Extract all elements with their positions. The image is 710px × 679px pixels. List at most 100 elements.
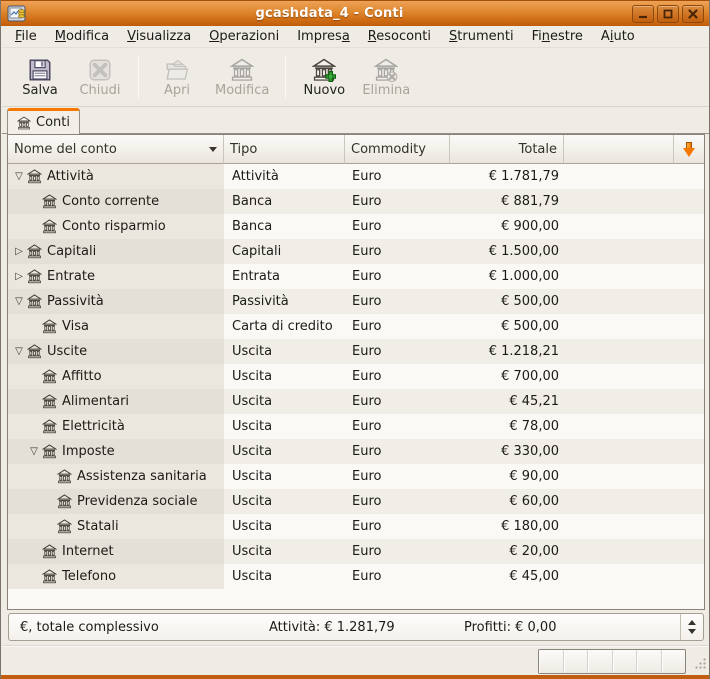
expander-closed-icon[interactable]: ▷ [12, 270, 26, 284]
account-name-cell: Assistenza sanitaria [8, 464, 224, 489]
titlebar[interactable]: gcashdata_4 - Conti [1, 0, 709, 26]
minimize-button[interactable] [632, 5, 654, 23]
column-header-totale[interactable]: Totale [450, 135, 564, 164]
account-type-cell: Banca [224, 214, 345, 239]
maximize-button[interactable] [657, 5, 679, 23]
table-row[interactable]: Conto correnteBancaEuro€ 881,79 [8, 189, 704, 214]
table-row[interactable]: ▽PassivitàPassivitàEuro€ 500,00 [8, 289, 704, 314]
resize-grip[interactable] [692, 656, 707, 671]
column-options-button[interactable] [674, 135, 704, 164]
table-row[interactable]: InternetUscitaEuro€ 20,00 [8, 539, 704, 564]
account-commodity-cell: Euro [345, 439, 450, 464]
account-name-cell: Internet [8, 539, 224, 564]
expander-open-icon[interactable]: ▽ [27, 445, 41, 459]
account-commodity-cell: Euro [345, 289, 450, 314]
progress-segment [588, 650, 613, 673]
account-commodity-cell: Euro [345, 564, 450, 589]
table-row[interactable]: VisaCarta di creditoEuro€ 500,00 [8, 314, 704, 339]
filler-cell [564, 289, 704, 314]
table-row[interactable]: ▷CapitaliCapitaliEuro€ 1.500,00 [8, 239, 704, 264]
table-row[interactable]: ▽UsciteUscitaEuro€ 1.218,21 [8, 339, 704, 364]
window-title: gcashdata_4 - Conti [27, 6, 632, 21]
account-type-cell: Uscita [224, 339, 345, 364]
account-name-cell: ▽Uscite [8, 339, 224, 364]
filler-cell [564, 164, 704, 189]
account-icon [27, 169, 42, 184]
account-total-cell: € 881,79 [450, 189, 564, 214]
account-name: Attività [47, 169, 94, 184]
close-button[interactable] [682, 5, 704, 23]
table-row[interactable]: Previdenza socialeUscitaEuro€ 60,00 [8, 489, 704, 514]
account-type-cell: Uscita [224, 514, 345, 539]
modifica-button: Modifica [209, 53, 275, 101]
table-row[interactable]: ElettricitàUscitaEuro€ 78,00 [8, 414, 704, 439]
expander-open-icon[interactable]: ▽ [12, 170, 26, 184]
menu-file[interactable]: File [6, 27, 46, 46]
bank-icon [17, 116, 31, 130]
expander-closed-icon[interactable]: ▷ [12, 245, 26, 259]
menu-modifica[interactable]: Modifica [46, 27, 118, 46]
table-row[interactable]: AffittoUscitaEuro€ 700,00 [8, 364, 704, 389]
column-header-nome-del-conto[interactable]: Nome del conto [8, 135, 224, 164]
table-row[interactable]: ▽AttivitàAttivitàEuro€ 1.781,79 [8, 164, 704, 189]
table-row[interactable]: StataliUscitaEuro€ 180,00 [8, 514, 704, 539]
account-name-cell: Previdenza sociale [8, 489, 224, 514]
account-commodity-cell: Euro [345, 539, 450, 564]
gnucash-app-icon [7, 5, 27, 23]
table-row[interactable]: Conto risparmioBancaEuro€ 900,00 [8, 214, 704, 239]
tab-conti[interactable]: Conti [7, 108, 80, 134]
menu-finestre[interactable]: Finestre [523, 27, 592, 46]
account-name: Elettricità [62, 419, 125, 434]
account-commodity-cell: Euro [345, 239, 450, 264]
account-name: Conto corrente [62, 194, 159, 209]
expander-open-icon[interactable]: ▽ [12, 295, 26, 309]
menu-visualizza[interactable]: Visualizza [118, 27, 200, 46]
progress-bar [538, 649, 686, 674]
account-icon [42, 394, 57, 409]
account-type-cell: Uscita [224, 414, 345, 439]
account-total-cell: € 180,00 [450, 514, 564, 539]
filler-cell [564, 414, 704, 439]
table-row[interactable]: ▽ImposteUscitaEuro€ 330,00 [8, 439, 704, 464]
expander-open-icon[interactable]: ▽ [12, 345, 26, 359]
column-header-commodity[interactable]: Commodity [345, 135, 450, 164]
table-row[interactable]: TelefonoUscitaEuro€ 45,00 [8, 564, 704, 589]
account-name: Capitali [47, 244, 96, 259]
account-total-cell: € 500,00 [450, 314, 564, 339]
account-icon [42, 194, 57, 209]
menu-impresa[interactable]: Impresa [288, 27, 359, 46]
menu-operazioni[interactable]: Operazioni [200, 27, 288, 46]
nuovo-button[interactable]: Nuovo [296, 53, 352, 101]
account-name: Visa [62, 319, 89, 334]
account-icon [42, 319, 57, 334]
new-account-icon [312, 56, 336, 82]
account-name: Entrate [47, 269, 95, 284]
column-header-tipo[interactable]: Tipo [224, 135, 345, 164]
account-name-cell: ▽Passività [8, 289, 224, 314]
table-row[interactable]: AlimentariUscitaEuro€ 45,21 [8, 389, 704, 414]
account-name: Alimentari [62, 394, 129, 409]
filler-cell [564, 264, 704, 289]
delete-account-icon [374, 56, 398, 82]
account-name-cell: ▷ Entrate [8, 264, 224, 289]
statusbar [2, 645, 710, 675]
table-row[interactable]: Assistenza sanitariaUscitaEuro€ 90,00 [8, 464, 704, 489]
account-type-cell: Uscita [224, 564, 345, 589]
filler-cell [564, 439, 704, 464]
menu-resoconti[interactable]: Resoconti [359, 27, 440, 46]
account-name-cell: Conto corrente [8, 189, 224, 214]
account-icon [42, 544, 57, 559]
save-icon [28, 56, 52, 82]
table-row[interactable]: ▷EntrateEntrataEuro€ 1.000,00 [8, 264, 704, 289]
summary-spinner[interactable] [680, 614, 703, 640]
progress-segment [539, 650, 564, 673]
account-total-cell: € 78,00 [450, 414, 564, 439]
summary-bar: €, totale complessivo Attività: € 1.281,… [8, 613, 704, 641]
salva-button[interactable]: Salva [12, 53, 68, 101]
edit-account-icon [230, 56, 254, 82]
summary-profits-label: Profitti: € 0,00 [464, 620, 556, 635]
menu-aiuto[interactable]: Aiuto [592, 27, 644, 46]
column-header-empty[interactable] [564, 135, 674, 164]
filler-cell [564, 339, 704, 364]
menu-strumenti[interactable]: Strumenti [440, 27, 523, 46]
